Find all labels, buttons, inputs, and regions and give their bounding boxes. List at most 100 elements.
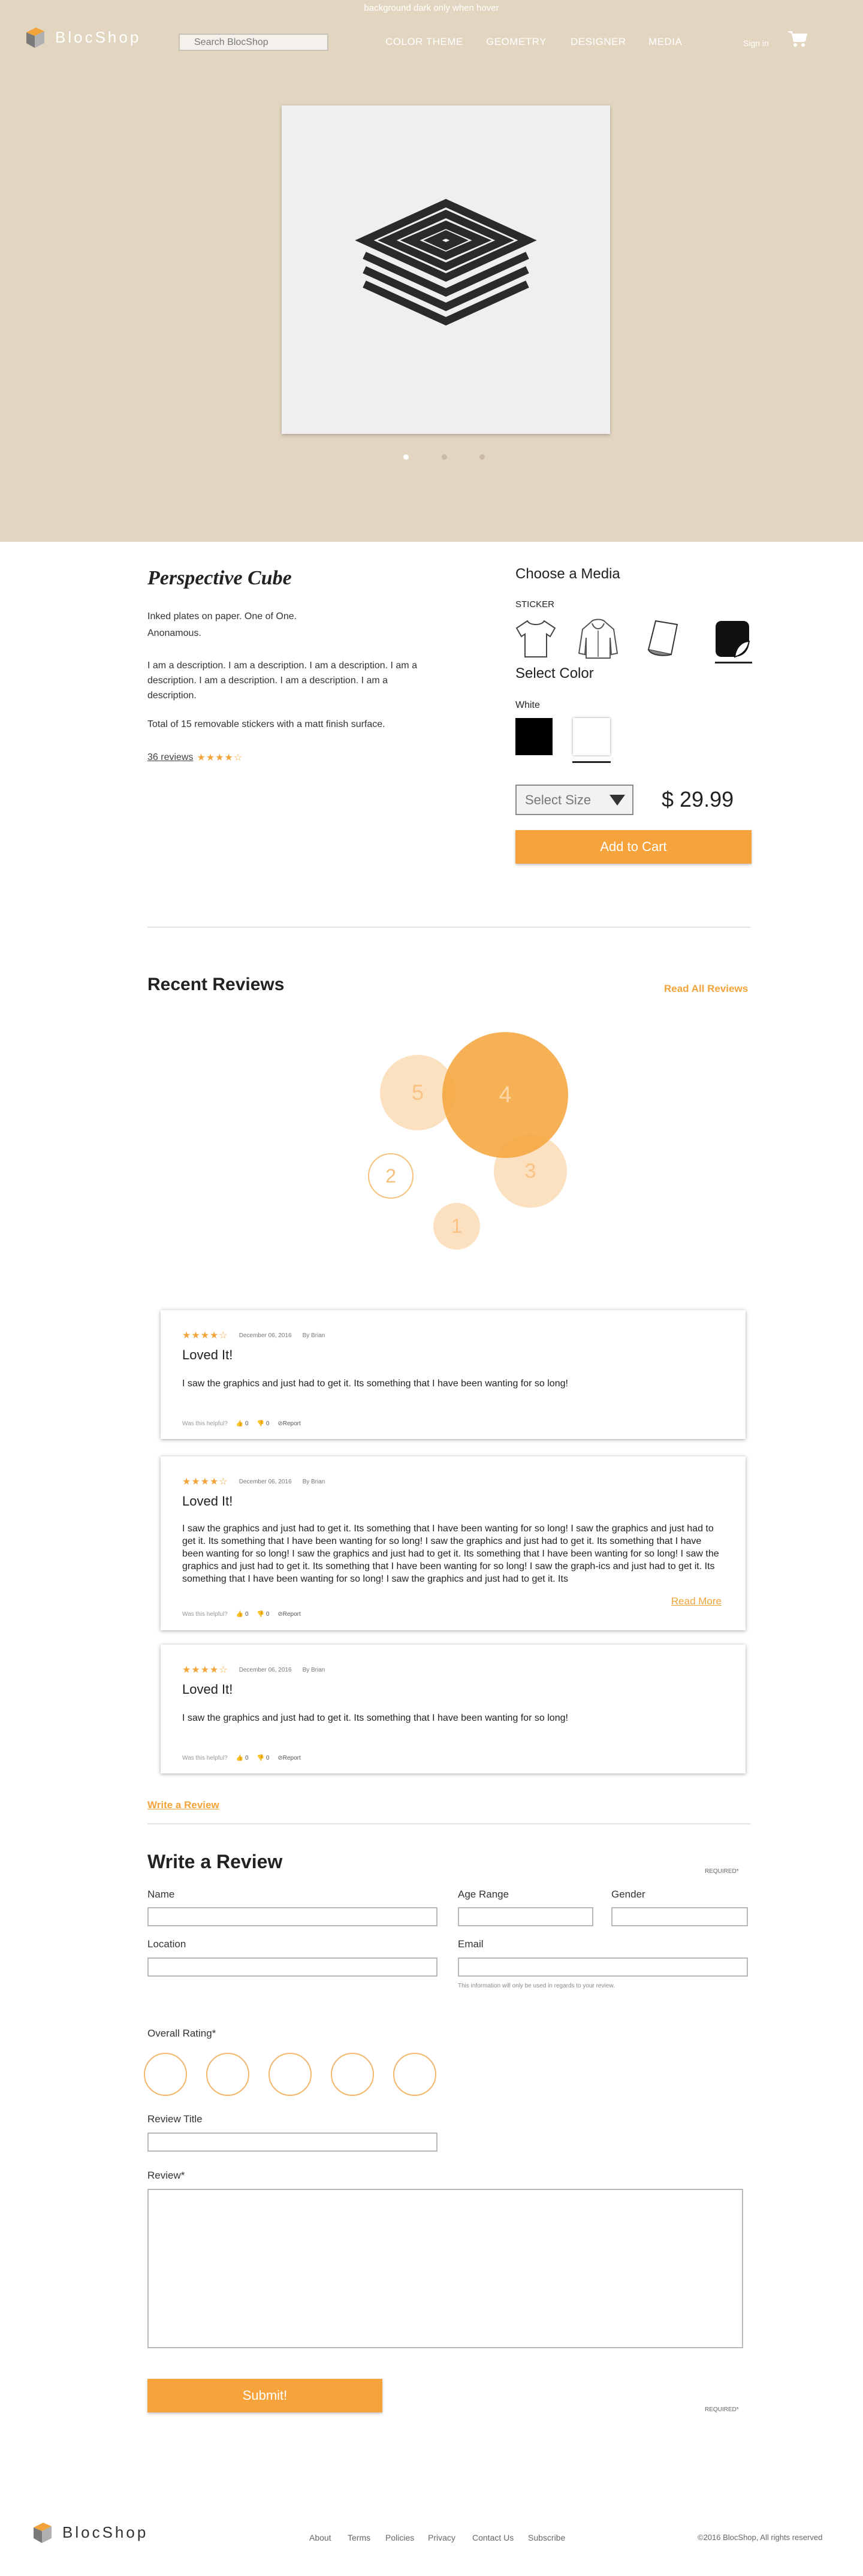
product-image [282, 105, 610, 434]
helpful-up-count: 0 [245, 1611, 249, 1618]
footer-link-privacy[interactable]: Privacy [428, 2533, 455, 2542]
search-placeholder: Search BlocShop [194, 37, 268, 47]
required-note-bottom: REQUIRED* [705, 2406, 739, 2413]
location-label: Location [147, 1938, 186, 1950]
rating-bubble-4[interactable]: 4 [442, 1032, 568, 1158]
thumbs-down-icon: 👎 [257, 1420, 265, 1427]
paper-print-icon[interactable] [642, 617, 688, 660]
nav-color-theme[interactable]: COLOR THEME [385, 36, 463, 48]
rating-circle-3[interactable] [268, 2053, 312, 2096]
carousel-dot-1[interactable] [403, 454, 409, 460]
copyright: ©2016 BlocShop, All rights reserved [698, 2533, 823, 2542]
helpful-down-count: 0 [265, 1755, 270, 1761]
report-button[interactable]: ⊘Report [277, 1611, 300, 1618]
read-more-link[interactable]: Read More [671, 1595, 722, 1607]
rating-bubble-1[interactable]: 1 [433, 1203, 480, 1250]
hoodie-icon[interactable] [575, 617, 621, 660]
email-field[interactable] [458, 1957, 748, 1977]
add-to-cart-button[interactable]: Add to Cart [515, 830, 752, 864]
gender-label: Gender [611, 1889, 645, 1900]
color-swatch-black[interactable] [515, 718, 553, 755]
review-body: I saw the graphics and just had to get i… [182, 1524, 719, 1584]
review-title-field[interactable] [147, 2132, 437, 2152]
review-title: Loved It! [182, 1494, 233, 1509]
hero-banner: background dark only when hover BlocShop… [0, 0, 863, 542]
color-swatch-white[interactable] [573, 718, 610, 755]
blocshop-logo-icon [26, 28, 44, 48]
product-stickers-note: Total of 15 removable stickers with a ma… [147, 719, 385, 729]
reviews-count[interactable]: 36 reviews [147, 752, 193, 763]
review-date: December 06, 2016 [239, 1478, 292, 1485]
thumbs-up-button[interactable]: 👍 0 [236, 1420, 249, 1427]
thumbs-up-button[interactable]: 👍 0 [236, 1755, 249, 1761]
review-helpful: Was this helpful? 👍 0 👎 0 ⊘Report [182, 1420, 301, 1427]
rating-circle-5[interactable] [393, 2053, 436, 2096]
search-input[interactable]: Search BlocShop [179, 34, 328, 51]
footer-logo[interactable]: BlocShop [31, 2520, 148, 2544]
media-heading: Choose a Media [515, 566, 620, 582]
review-label: Review* [147, 2170, 185, 2181]
review-stars-icon: ★★★★☆ [182, 1477, 228, 1487]
thumbs-down-button[interactable]: 👎 0 [257, 1755, 270, 1761]
divider [147, 1823, 750, 1824]
media-selected-underline [715, 662, 752, 663]
review-author: By Brian [302, 1666, 325, 1673]
thumbs-up-icon: 👍 [236, 1755, 244, 1761]
read-all-reviews-link[interactable]: Read All Reviews [664, 983, 748, 995]
nav-geometry[interactable]: GEOMETRY [486, 36, 547, 48]
rating-circle-4[interactable] [331, 2053, 374, 2096]
helpful-up-count: 0 [245, 1420, 249, 1427]
rating-bubble-2[interactable]: 2 [368, 1153, 414, 1199]
nav-designer[interactable]: DESIGNER [571, 36, 626, 48]
review-body: I saw the graphics and just had to get i… [182, 1713, 568, 1723]
thumbs-down-button[interactable]: 👎 0 [257, 1611, 270, 1618]
thumbs-up-icon: 👍 [236, 1611, 244, 1618]
color-heading: Select Color [515, 665, 594, 681]
email-help-text: This information will only be used in re… [458, 1983, 615, 1989]
review-author: By Brian [302, 1332, 325, 1339]
divider [147, 927, 750, 928]
report-button[interactable]: ⊘Report [277, 1755, 300, 1761]
review-author: By Brian [302, 1478, 325, 1485]
helpful-up-count: 0 [245, 1755, 249, 1761]
reviews-summary[interactable]: 36 reviews ★★★★☆ [147, 752, 243, 764]
thumbs-down-button[interactable]: 👎 0 [257, 1420, 270, 1427]
logo[interactable]: BlocShop [24, 25, 141, 49]
product-line-1: Inked plates on paper. One of One. [147, 611, 297, 622]
report-icon: ⊘ [277, 1420, 283, 1427]
overall-rating-label: Overall Rating* [147, 2028, 216, 2039]
color-selected-underline [572, 761, 611, 763]
nav-media[interactable]: MEDIA [648, 36, 682, 48]
age-range-field[interactable] [458, 1907, 593, 1926]
helpful-question: Was this helpful? [182, 1420, 228, 1427]
signin-link[interactable]: Sign in [743, 38, 769, 48]
carousel-dot-2[interactable] [442, 454, 447, 460]
gender-field[interactable] [611, 1907, 748, 1926]
write-review-link[interactable]: Write a Review [147, 1799, 219, 1811]
submit-button[interactable]: Submit! [147, 2379, 382, 2412]
footer-link-about[interactable]: About [309, 2533, 331, 2542]
footer-link-contact[interactable]: Contact Us [472, 2533, 514, 2542]
footer-link-policies[interactable]: Policies [385, 2533, 414, 2542]
size-select[interactable]: Select Size [515, 785, 633, 815]
footer-link-terms[interactable]: Terms [348, 2533, 370, 2542]
review-card: ★★★★☆ December 06, 2016 By Brian Loved I… [161, 1456, 746, 1630]
location-field[interactable] [147, 1957, 437, 1977]
review-stars-icon: ★★★★☆ [182, 1665, 228, 1675]
sticker-icon[interactable] [710, 617, 755, 660]
footer-link-subscribe[interactable]: Subscribe [528, 2533, 565, 2542]
review-textarea[interactable] [147, 2189, 743, 2348]
review-meta: ★★★★☆ December 06, 2016 By Brian [182, 1329, 325, 1341]
product-title: Perspective Cube [147, 567, 292, 589]
name-field[interactable] [147, 1907, 437, 1926]
report-button[interactable]: ⊘Report [277, 1420, 300, 1427]
carousel-dot-3[interactable] [479, 454, 485, 460]
review-card: ★★★★☆ December 06, 2016 By Brian Loved I… [161, 1645, 746, 1773]
name-label: Name [147, 1889, 175, 1900]
rating-circle-1[interactable] [144, 2053, 187, 2096]
rating-circle-2[interactable] [206, 2053, 249, 2096]
thumbs-up-button[interactable]: 👍 0 [236, 1611, 249, 1618]
tshirt-icon[interactable] [513, 617, 559, 660]
review-body: I saw the graphics and just had to get i… [182, 1379, 568, 1389]
cart-icon[interactable] [787, 30, 808, 48]
